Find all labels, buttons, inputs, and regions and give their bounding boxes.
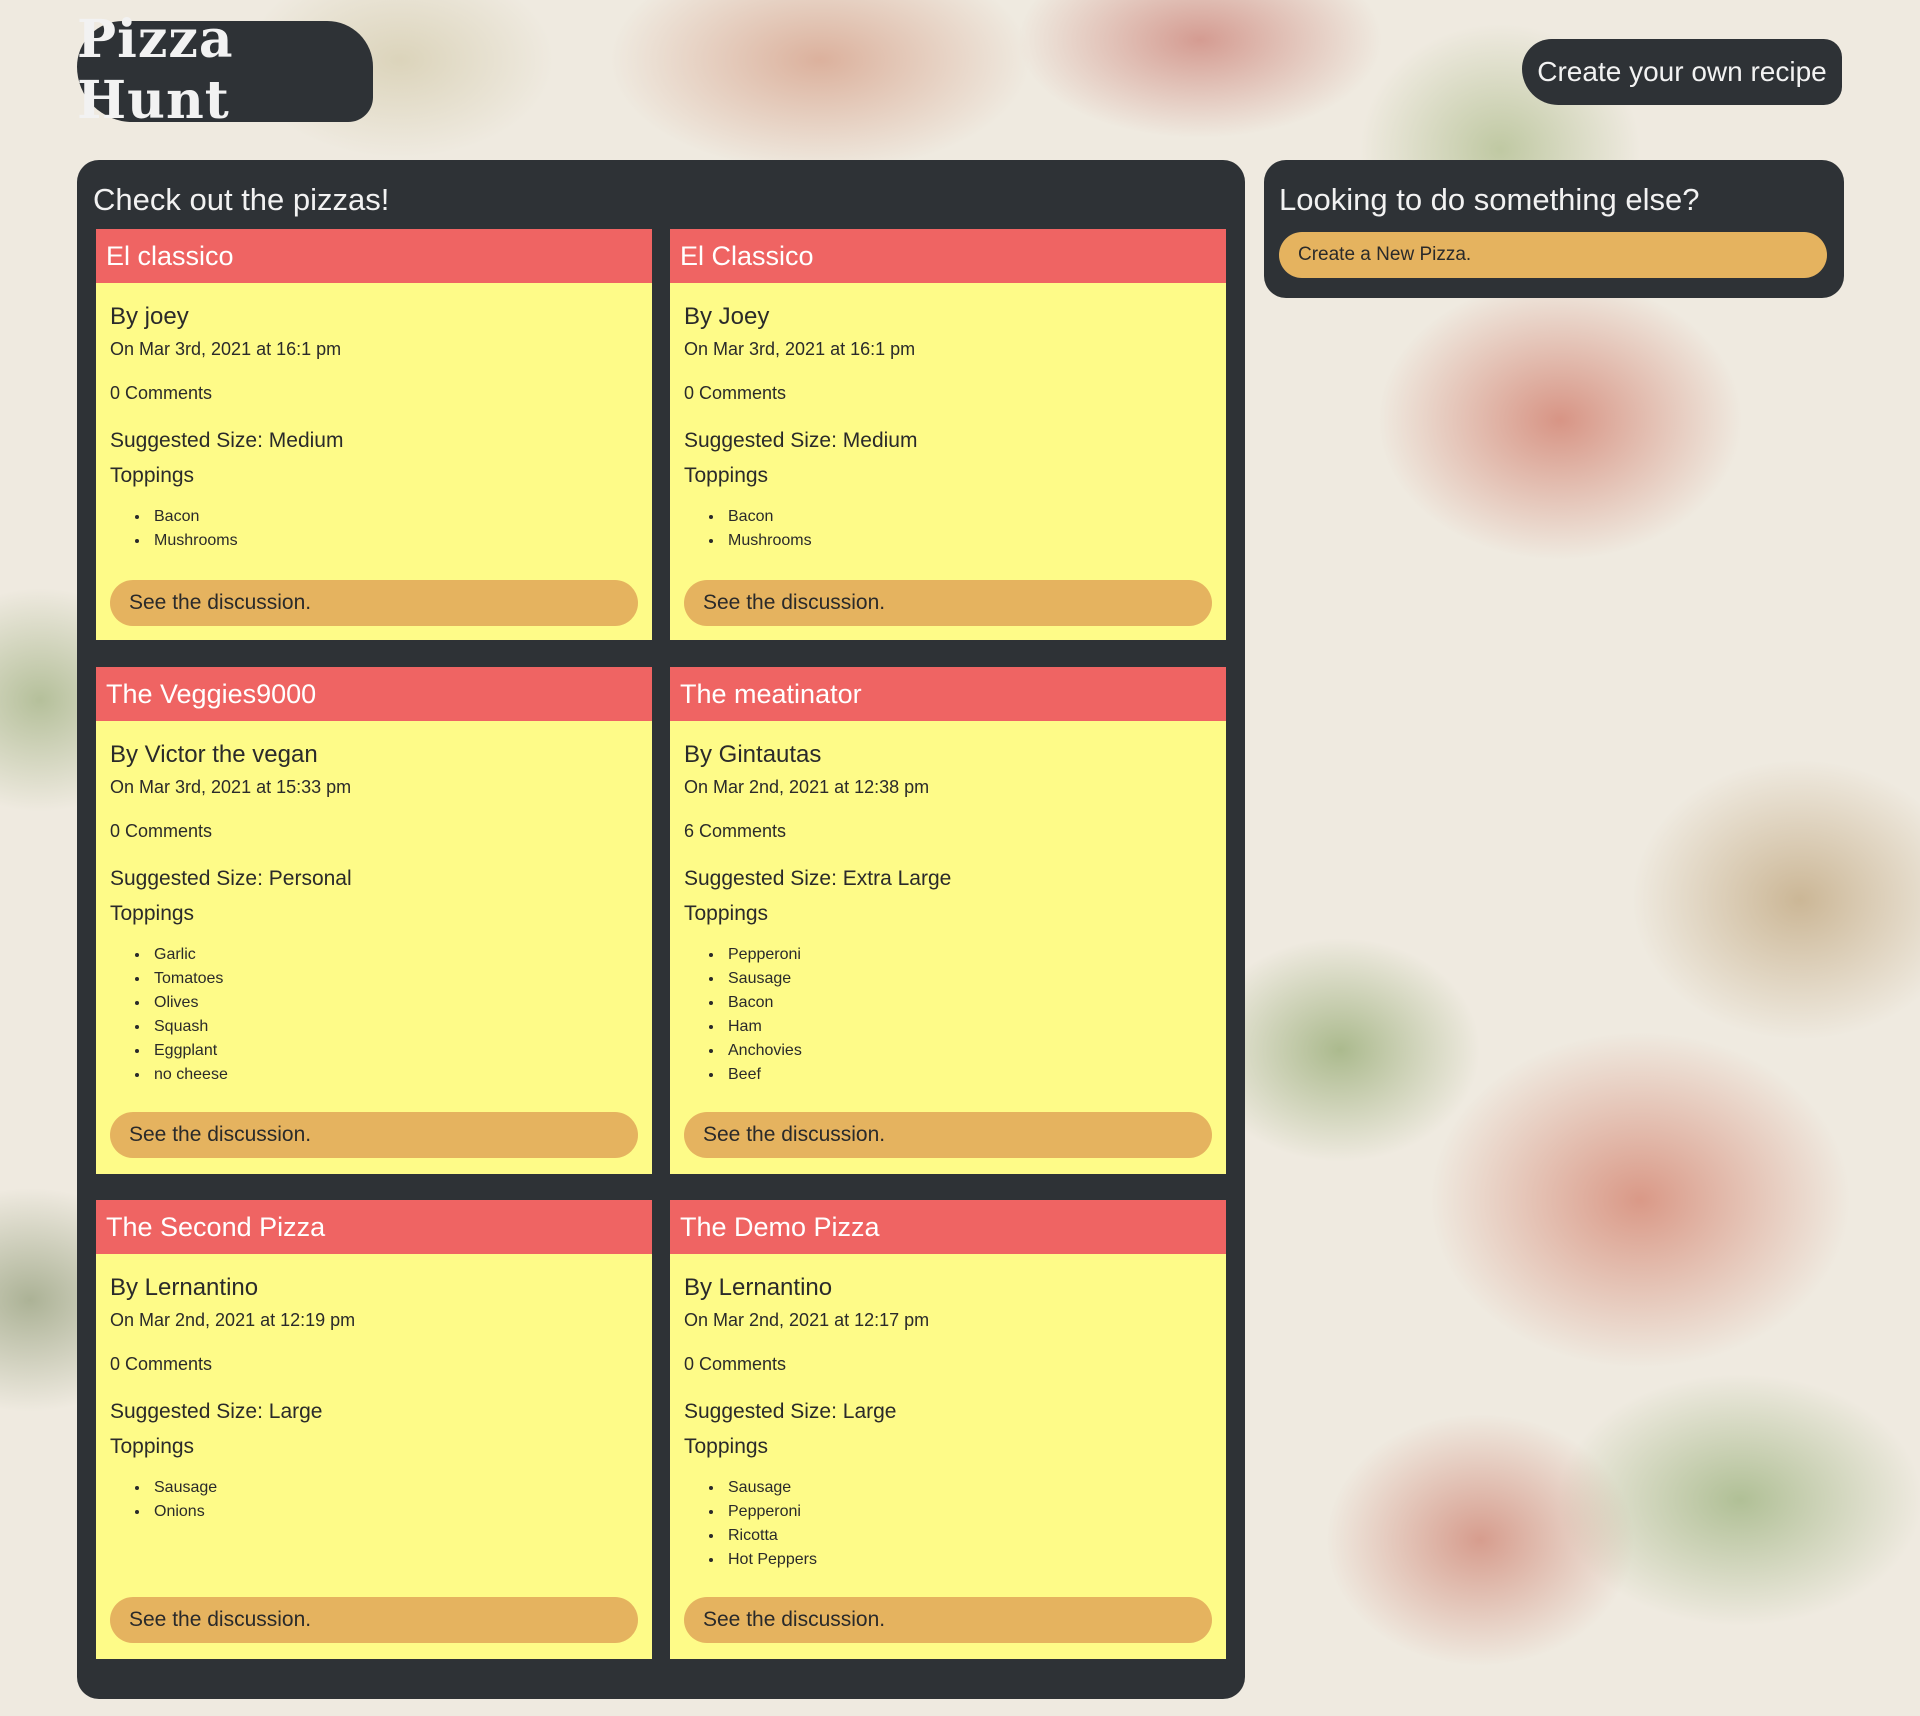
pizza-card: El classico By joey On Mar 3rd, 2021 at …: [96, 229, 652, 640]
suggested-size: Suggested Size: Large: [110, 1400, 323, 1423]
pizza-name: The Veggies9000: [96, 667, 652, 721]
see-discussion-button[interactable]: See the discussion.: [684, 580, 1212, 626]
toppings-label: Toppings: [110, 1435, 195, 1458]
toppings-label: Toppings: [110, 902, 195, 925]
toppings-list: Sausage Onions: [136, 1476, 217, 1524]
topping-item: Pepperoni: [724, 1500, 817, 1524]
comment-count: 0 Comments: [110, 383, 213, 403]
topping-item: Bacon: [724, 991, 802, 1015]
topping-item: Pepperoni: [724, 943, 802, 967]
topping-item: Tomatoes: [150, 967, 228, 991]
pizza-author: By Lernantino: [110, 1274, 259, 1301]
topping-item: Bacon: [724, 505, 812, 529]
comment-count: 6 Comments: [684, 821, 787, 841]
pizza-author: By Joey: [684, 303, 770, 330]
pizza-name: The Second Pizza: [96, 1200, 652, 1254]
topping-item: Eggplant: [150, 1039, 228, 1063]
create-new-pizza-button[interactable]: Create a New Pizza.: [1279, 232, 1827, 278]
pizza-card: The Second Pizza By Lernantino On Mar 2n…: [96, 1200, 652, 1659]
topping-item: Bacon: [150, 505, 238, 529]
pizza-author: By joey: [110, 303, 189, 330]
suggested-size: Suggested Size: Medium: [110, 429, 344, 452]
pizza-date: On Mar 3rd, 2021 at 16:1 pm: [110, 339, 342, 359]
pizza-card: El Classico By Joey On Mar 3rd, 2021 at …: [670, 229, 1226, 640]
toppings-list: Pepperoni Sausage Bacon Ham Anchovies Be…: [710, 943, 802, 1087]
pizza-author: By Gintautas: [684, 741, 822, 768]
pizza-name: The Demo Pizza: [670, 1200, 1226, 1254]
toppings-label: Toppings: [110, 464, 195, 487]
see-discussion-button[interactable]: See the discussion.: [110, 1112, 638, 1158]
topping-item: Ricotta: [724, 1524, 817, 1548]
topping-item: Onions: [150, 1500, 217, 1524]
pizza-card: The Veggies9000 By Victor the vegan On M…: [96, 667, 652, 1174]
topping-item: Squash: [150, 1015, 228, 1039]
pizza-name: El classico: [96, 229, 652, 283]
see-discussion-button[interactable]: See the discussion.: [110, 580, 638, 626]
toppings-list: Bacon Mushrooms: [710, 505, 812, 553]
comment-count: 0 Comments: [110, 1354, 213, 1374]
see-discussion-button[interactable]: See the discussion.: [684, 1597, 1212, 1643]
pizza-date: On Mar 2nd, 2021 at 12:17 pm: [684, 1310, 930, 1330]
see-discussion-button[interactable]: See the discussion.: [110, 1597, 638, 1643]
create-recipe-button[interactable]: Create your own recipe: [1522, 39, 1842, 105]
topping-item: Mushrooms: [724, 529, 812, 553]
sidebar-panel: Looking to do something else? Create a N…: [1264, 160, 1844, 298]
site-logo[interactable]: Pizza Hunt: [77, 9, 373, 131]
toppings-label: Toppings: [684, 902, 769, 925]
pizza-card: The meatinator By Gintautas On Mar 2nd, …: [670, 667, 1226, 1174]
pizza-name: El Classico: [670, 229, 1226, 283]
pizza-name: The meatinator: [670, 667, 1226, 721]
suggested-size: Suggested Size: Personal: [110, 867, 352, 890]
pizza-date: On Mar 2nd, 2021 at 12:19 pm: [110, 1310, 356, 1330]
suggested-size: Suggested Size: Medium: [684, 429, 918, 452]
toppings-list: Sausage Pepperoni Ricotta Hot Peppers: [710, 1476, 817, 1572]
page-title: Check out the pizzas!: [93, 182, 390, 217]
topping-item: Garlic: [150, 943, 228, 967]
toppings-list: Garlic Tomatoes Olives Squash Eggplant n…: [136, 943, 228, 1087]
pizza-date: On Mar 3rd, 2021 at 16:1 pm: [684, 339, 916, 359]
pizza-date: On Mar 3rd, 2021 at 15:33 pm: [110, 777, 352, 797]
sidebar-title: Looking to do something else?: [1279, 182, 1700, 217]
topping-item: Olives: [150, 991, 228, 1015]
toppings-list: Bacon Mushrooms: [136, 505, 238, 553]
suggested-size: Suggested Size: Large: [684, 1400, 897, 1423]
topping-item: Sausage: [724, 1476, 817, 1500]
comment-count: 0 Comments: [110, 821, 213, 841]
pizza-author: By Lernantino: [684, 1274, 833, 1301]
suggested-size: Suggested Size: Extra Large: [684, 867, 952, 890]
topping-item: Beef: [724, 1063, 802, 1087]
pizza-author: By Victor the vegan: [110, 741, 318, 768]
topping-item: Hot Peppers: [724, 1548, 817, 1572]
toppings-label: Toppings: [684, 464, 769, 487]
topping-item: no cheese: [150, 1063, 228, 1087]
pizza-card: The Demo Pizza By Lernantino On Mar 2nd,…: [670, 1200, 1226, 1659]
pizza-list-panel: Check out the pizzas! El classico By joe…: [77, 160, 1245, 1699]
comment-count: 0 Comments: [684, 1354, 787, 1374]
pizza-date: On Mar 2nd, 2021 at 12:38 pm: [684, 777, 930, 797]
comment-count: 0 Comments: [684, 383, 787, 403]
topping-item: Mushrooms: [150, 529, 238, 553]
topping-item: Sausage: [724, 967, 802, 991]
topping-item: Sausage: [150, 1476, 217, 1500]
topping-item: Anchovies: [724, 1039, 802, 1063]
toppings-label: Toppings: [684, 1435, 769, 1458]
topping-item: Ham: [724, 1015, 802, 1039]
see-discussion-button[interactable]: See the discussion.: [684, 1112, 1212, 1158]
